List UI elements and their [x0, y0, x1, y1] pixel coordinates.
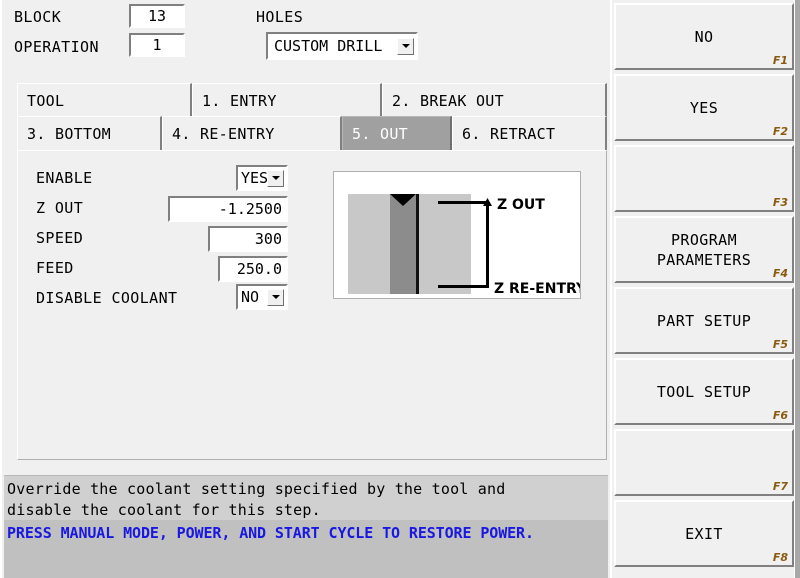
fkey-f5-label: PART SETUP [656, 311, 752, 330]
leader-line-top [438, 201, 488, 204]
fkey-f6-label: TOOL SETUP [656, 382, 752, 401]
block-input[interactable]: 13 [129, 4, 185, 28]
fkey-f1-no[interactable]: NO F1 [614, 3, 794, 70]
workpiece-right [419, 194, 471, 294]
fkey-f1-tag: F1 [772, 54, 788, 67]
fkey-f6-tool-setup[interactable]: TOOL SETUP F6 [614, 358, 794, 425]
chevron-down-icon[interactable] [267, 288, 284, 306]
fkey-f5-tag: F5 [772, 338, 788, 351]
fkey-f4-program-parameters[interactable]: PROGRAM PARAMETERS F4 [614, 216, 794, 283]
help-line-2: disable the coolant for this step. [7, 501, 321, 519]
fkey-f3-tag: F3 [772, 196, 788, 209]
operation-label: OPERATION [14, 38, 99, 56]
header-bar: BLOCK 13 OPERATION 1 HOLES CUSTOM DRILL [2, 0, 608, 66]
hole-wall-line [416, 194, 419, 294]
fkey-f2-yes[interactable]: YES F2 [614, 74, 794, 141]
fkey-f8-tag: F8 [772, 551, 788, 564]
chevron-down-icon[interactable] [397, 37, 414, 55]
disable-coolant-value: NO [241, 288, 260, 306]
block-label: BLOCK [14, 8, 62, 26]
tab-entry[interactable]: 1. ENTRY [192, 83, 382, 117]
status-message: PRESS MANUAL MODE, POWER, AND START CYCL… [7, 524, 534, 542]
function-key-sidebar: NO F1 YES F2 F3 PROGRAM PARAMETERS F4 PA… [610, 0, 800, 578]
fkey-f5-part-setup[interactable]: PART SETUP F5 [614, 287, 794, 354]
feed-input[interactable]: 250.0 [218, 256, 288, 282]
disable-coolant-select[interactable]: NO [236, 284, 288, 310]
chevron-down-icon[interactable] [267, 169, 284, 187]
leader-line-bottom [438, 285, 488, 288]
diagram-svg: Z OUT Z RE-ENTRY [348, 194, 580, 297]
help-text-area: Override the coolant setting specified b… [4, 475, 608, 520]
cnc-control-screen: BLOCK 13 OPERATION 1 HOLES CUSTOM DRILL … [0, 0, 800, 578]
diagram-label-z-re-entry: Z RE-ENTRY [494, 281, 580, 297]
hole-column [390, 194, 416, 294]
fkey-f7-tag: F7 [772, 480, 788, 493]
fkey-f8-label: EXIT [685, 524, 723, 543]
fkey-f6-tag: F6 [772, 409, 788, 422]
tab-row-top: TOOL 1. ENTRY 2. BREAK OUT [17, 83, 607, 117]
enable-value: YES [241, 169, 267, 187]
tab-tool[interactable]: TOOL [17, 83, 192, 117]
fkey-f7-empty[interactable]: F7 [614, 429, 794, 496]
fkey-f2-label: YES [689, 98, 719, 117]
holes-label: HOLES [256, 8, 304, 26]
enable-select[interactable]: YES [236, 165, 288, 191]
disable-coolant-label: DISABLE COOLANT [36, 289, 178, 307]
fkey-f4-tag: F4 [772, 267, 788, 280]
out-step-panel: ENABLE YES Z OUT -1.2500 SPEED 300 FEED … [17, 150, 607, 460]
step-tabs: TOOL 1. ENTRY 2. BREAK OUT 3. BOTTOM 4. … [17, 83, 607, 150]
fkey-f1-label: NO [694, 27, 714, 46]
fkey-f3-empty[interactable]: F3 [614, 145, 794, 212]
tab-retract[interactable]: 6. RETRACT [452, 116, 607, 150]
help-line-1: Override the coolant setting specified b… [7, 480, 506, 498]
status-message-area: PRESS MANUAL MODE, POWER, AND START CYCL… [4, 520, 608, 578]
tab-out[interactable]: 5. OUT [342, 116, 452, 150]
speed-label: SPEED [36, 229, 84, 247]
sidebar-scrollbar[interactable] [794, 0, 800, 578]
workpiece-left [348, 194, 390, 294]
tab-bottom[interactable]: 3. BOTTOM [17, 116, 162, 150]
tab-row-bottom: 3. BOTTOM 4. RE-ENTRY 5. OUT 6. RETRACT [17, 116, 607, 150]
holes-cycle-value: CUSTOM DRILL [274, 37, 383, 55]
enable-label: ENABLE [36, 169, 93, 187]
z-out-label: Z OUT [36, 199, 84, 217]
tab-break-out[interactable]: 2. BREAK OUT [382, 83, 607, 117]
speed-input[interactable]: 300 [208, 226, 288, 252]
operation-input[interactable]: 1 [129, 33, 185, 57]
holes-cycle-select[interactable]: CUSTOM DRILL [266, 32, 418, 60]
main-content-area: BLOCK 13 OPERATION 1 HOLES CUSTOM DRILL … [0, 0, 608, 578]
fkey-f4-label: PROGRAM PARAMETERS [656, 230, 752, 269]
fkey-f8-exit[interactable]: EXIT F8 [614, 500, 794, 567]
diagram-label-z-out: Z OUT [497, 197, 545, 213]
dimension-line [486, 201, 489, 288]
hole-cross-section-diagram: Z OUT Z RE-ENTRY [333, 171, 581, 299]
fkey-f2-tag: F2 [772, 125, 788, 138]
z-out-input[interactable]: -1.2500 [168, 196, 288, 222]
feed-label: FEED [36, 259, 74, 277]
tab-re-entry[interactable]: 4. RE-ENTRY [162, 116, 342, 150]
